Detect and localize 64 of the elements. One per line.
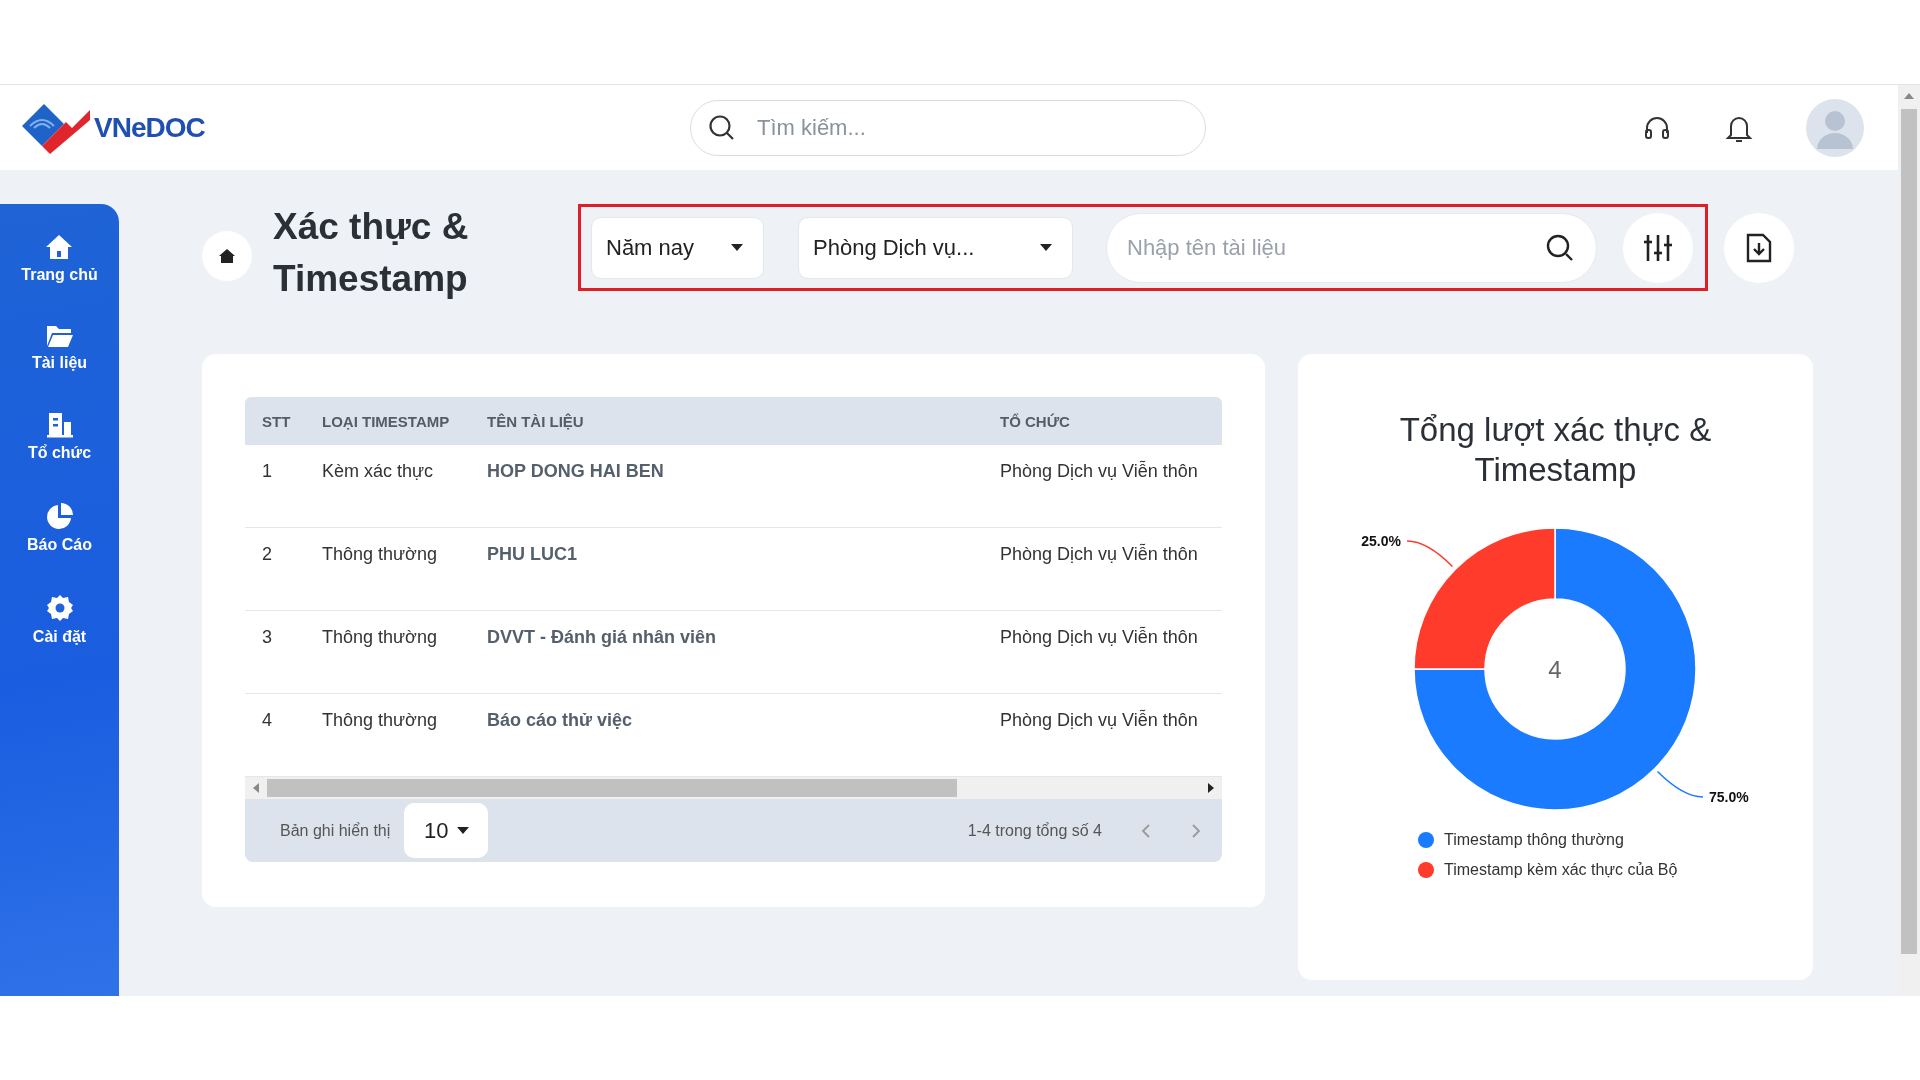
scroll-left-icon[interactable] <box>251 782 261 794</box>
table-cell-text: Thông thường <box>321 627 438 648</box>
table-cell-text: Phòng Dịch vụ Viễn thôn <box>999 627 1199 648</box>
vertical-scrollbar[interactable] <box>1898 85 1920 996</box>
previous-page-icon[interactable] <box>1140 822 1152 839</box>
page-title: Xác thực & Timestamp <box>273 204 470 301</box>
horizontal-scrollbar[interactable] <box>245 777 1222 799</box>
table-cell-text: Kèm xác thực <box>321 461 435 482</box>
sidebar-item[interactable]: Tổ chức <box>27 412 92 462</box>
column-header: STT <box>261 412 292 430</box>
value-label: 75.0% <box>1709 789 1749 806</box>
table-cell-text: 4 <box>261 710 273 731</box>
caret-icon <box>1040 243 1052 252</box>
scroll-up-icon[interactable] <box>1903 91 1915 101</box>
document-link[interactable]: Báo cáo thử việc <box>470 710 983 731</box>
home-button[interactable] <box>202 230 252 281</box>
page-size-dropdown[interactable]: 10 <box>404 803 489 858</box>
legend-label: Timestamp kèm xác thực của Bộ <box>1444 861 1678 880</box>
settings-icon <box>45 594 74 622</box>
column-header: TÊN TÀI LIỆU <box>486 412 585 430</box>
department-dropdown[interactable]: Phòng Dịch vụ... <box>798 216 1073 279</box>
page-size-label: Bản ghi hiển thị <box>280 821 391 840</box>
table-cell-text: 3 <box>261 627 273 648</box>
folder-icon <box>45 324 74 348</box>
home-icon <box>45 234 74 260</box>
building-icon <box>45 412 74 438</box>
search-icon <box>1545 232 1575 263</box>
table-cell-text: Phòng Dịch vụ Viễn thôn <box>999 710 1199 731</box>
year-dropdown[interactable]: Năm nay <box>591 216 764 279</box>
home-icon <box>218 247 236 264</box>
scroll-right-icon[interactable] <box>1206 782 1216 794</box>
document-search-field[interactable]: Nhập tên tài liệu <box>1106 212 1597 283</box>
total-count: 4 <box>1548 656 1562 684</box>
column-header: LOẠI TIMESTAMP <box>321 412 451 430</box>
table-cell-text: Thông thường <box>321 544 438 565</box>
leader-line <box>1406 540 1454 568</box>
document-link[interactable]: PHU LUC1 <box>470 544 983 565</box>
column-header: TỔ CHỨC <box>999 412 1071 430</box>
search-icon <box>708 113 736 142</box>
file-download-icon <box>1746 232 1772 263</box>
document-link[interactable]: DVVT - Đánh giá nhân viên <box>470 627 983 648</box>
legend-label: Timestamp thông thường <box>1444 831 1624 850</box>
sidebar-item[interactable]: Trang chủ <box>21 234 98 284</box>
avatar-icon[interactable] <box>1806 98 1864 157</box>
search-field[interactable]: Tìm kiếm... <box>690 99 1206 156</box>
record-range: 1-4 trong tổng số 4 <box>967 821 1102 840</box>
caret-icon <box>731 243 743 252</box>
sidebar-item[interactable]: Tài liệu <box>31 324 88 372</box>
document-link[interactable]: HOP DONG HAI BEN <box>470 461 983 482</box>
caret-icon <box>456 826 469 835</box>
value-label: 25.0% <box>1361 533 1401 550</box>
sliders-icon <box>1642 232 1674 263</box>
table-cell-text: Thông thường <box>321 710 438 731</box>
leader-line <box>1656 770 1704 798</box>
sidebar-item[interactable]: Cài đặt <box>32 594 87 646</box>
table-cell-text: Phòng Dịch vụ Viễn thôn <box>999 544 1199 565</box>
pie-chart-icon <box>45 502 74 530</box>
chart-title: Tổng lượt xác thực & Timestamp <box>1398 410 1713 490</box>
sidebar-item[interactable]: Báo Cáo <box>27 502 92 554</box>
table-cell-text: Phòng Dịch vụ Viễn thôn <box>999 461 1199 482</box>
next-page-icon[interactable] <box>1190 822 1202 839</box>
table-cell-text: 2 <box>261 544 273 565</box>
logo-text: VNeDOC <box>94 111 205 144</box>
table-cell-text: 1 <box>261 461 273 482</box>
